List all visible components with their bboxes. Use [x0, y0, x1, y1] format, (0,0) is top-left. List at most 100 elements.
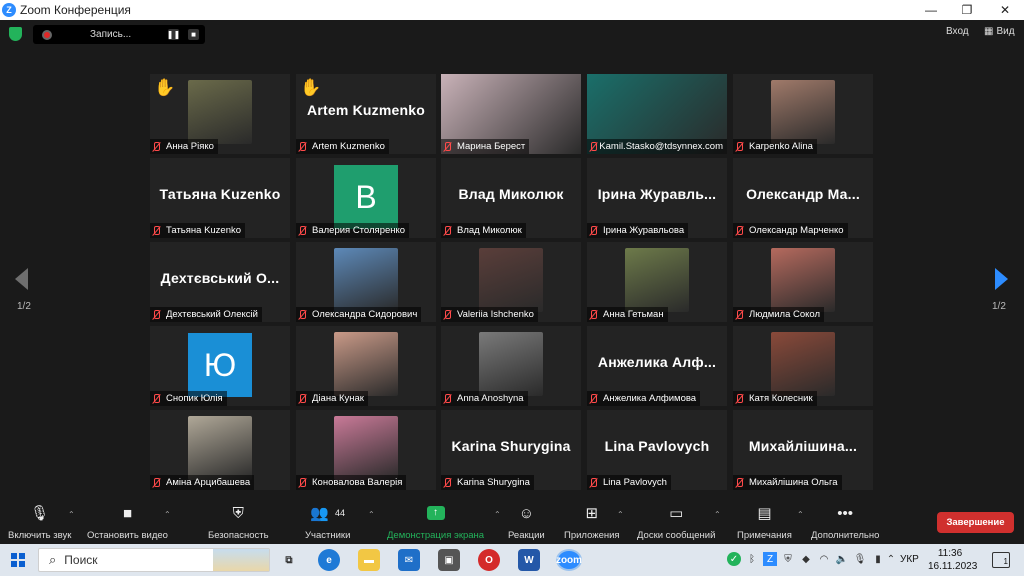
participant-tile[interactable]: Катя Колесник — [733, 326, 873, 406]
tray-app-icon[interactable]: ◆ — [799, 552, 813, 566]
file-explorer-icon[interactable]: ▬ — [358, 549, 380, 571]
previous-page-arrow-icon[interactable] — [15, 268, 28, 290]
store-icon[interactable]: ▣ — [438, 549, 460, 571]
reactions-button[interactable]: ☺ Реакции — [508, 502, 545, 542]
participant-tile[interactable]: Анжелика Алф... Анжелика Алфимова — [587, 326, 727, 406]
restore-button[interactable]: ❐ — [948, 0, 986, 20]
security-shield-icon: ⛨ — [232, 504, 244, 522]
muted-mic-icon — [152, 309, 161, 320]
whiteboards-options-caret[interactable]: ⌃ — [714, 510, 721, 519]
wifi-icon[interactable]: ◠ — [817, 552, 831, 566]
participant-nametag: Влад Миколюк — [441, 223, 526, 238]
next-page-arrow-icon[interactable] — [995, 268, 1008, 290]
volume-icon[interactable]: 🔈 — [835, 552, 849, 566]
share-options-caret[interactable]: ⌃ — [494, 510, 501, 519]
participant-video — [625, 248, 689, 312]
edge-browser-icon[interactable]: e — [318, 549, 340, 571]
more-dots-icon: ••• — [837, 504, 854, 522]
language-indicator[interactable]: УКР — [900, 554, 919, 565]
participant-tile[interactable]: Аміна Арцибашева — [150, 410, 290, 490]
tray-check-icon[interactable]: ✓ — [727, 552, 741, 566]
participant-tile[interactable]: Kamil.Stasko@tdsynnex.com — [587, 74, 727, 154]
microphone-icon[interactable]: 🎙 — [853, 552, 867, 566]
mail-icon[interactable]: ✉ — [398, 549, 420, 571]
opera-browser-icon[interactable]: O — [478, 549, 500, 571]
notes-button[interactable]: ▤ Примечания — [737, 502, 792, 542]
participant-tile[interactable]: Lina Pavlovych Lina Pavlovych — [587, 410, 727, 490]
participant-tile[interactable]: Ю Снопик Юлія — [150, 326, 290, 406]
participant-tile[interactable]: Марина Берест — [441, 74, 581, 154]
participant-tile[interactable]: Людмила Сокол — [733, 242, 873, 322]
security-button[interactable]: ⛨ Безопасность — [208, 502, 269, 542]
battery-icon[interactable]: ▮ — [871, 552, 885, 566]
participant-tile[interactable]: Karina Shurygina Karina Shurygina — [441, 410, 581, 490]
chevron-up-icon[interactable]: ⌃ — [884, 552, 898, 566]
window-title: Zoom Конференция — [20, 3, 131, 17]
zoom-taskbar-icon[interactable]: zoom — [556, 549, 582, 571]
tray-zoom-icon[interactable]: Z — [763, 552, 777, 566]
participant-nametag: Діана Кунак — [296, 391, 368, 406]
taskbar-clock[interactable]: 11:36 16.11.2023 — [928, 547, 977, 573]
notifications-icon[interactable]: 1 — [992, 552, 1010, 568]
participant-tile[interactable]: Олександра Сидорович — [296, 242, 436, 322]
minimize-button[interactable]: — — [912, 0, 950, 20]
task-view-icon[interactable]: ⧉ — [278, 549, 300, 571]
more-button[interactable]: ••• Дополнительно — [811, 502, 879, 542]
participant-name: Олександра Сидорович — [312, 309, 418, 320]
participant-nametag: Дехтєвський Олексій — [150, 307, 262, 322]
participant-tile[interactable]: B Валерия Столяренко — [296, 158, 436, 238]
participant-name: Анна Гетьман — [603, 309, 664, 320]
view-button[interactable]: ▦ Вид — [984, 26, 1015, 37]
encryption-shield-icon[interactable] — [9, 27, 22, 41]
participant-tile[interactable]: Михайлішина... Михайлішина Ольга — [733, 410, 873, 490]
tray-shield-icon[interactable]: ⛨ — [781, 552, 795, 566]
participant-tile[interactable]: Коновалова Валерія — [296, 410, 436, 490]
participant-name: Анжелика Алфимова — [603, 393, 697, 404]
participants-options-caret[interactable]: ⌃ — [368, 510, 375, 519]
participant-tile[interactable]: Дехтєвський О... Дехтєвський Олексій — [150, 242, 290, 322]
participant-nametag: Kamil.Stasko@tdsynnex.com — [587, 139, 727, 154]
video-options-caret[interactable]: ⌃ — [164, 510, 171, 519]
participant-nametag: Аміна Арцибашева — [150, 475, 255, 490]
participant-video — [188, 416, 252, 480]
participant-tile[interactable]: Татьяна Kuzenko Татьяна Kuzenko — [150, 158, 290, 238]
participant-tile[interactable]: Karpenko Alina — [733, 74, 873, 154]
bluetooth-icon[interactable]: ᛒ — [745, 552, 759, 566]
participant-tile[interactable]: Олександр Ма... Олександр Марченко — [733, 158, 873, 238]
stop-recording-button[interactable]: ■ — [188, 29, 199, 40]
muted-mic-icon — [735, 393, 744, 404]
participant-tile[interactable]: Ірина Журавль... Ірина Журавльова — [587, 158, 727, 238]
muted-mic-icon — [152, 477, 161, 488]
word-icon[interactable]: W — [518, 549, 540, 571]
whiteboards-button[interactable]: ▭ Доски сообщений — [637, 502, 715, 542]
participant-name: Михайлішина Ольга — [749, 477, 838, 488]
participants-button[interactable]: 👥 44 Участники — [305, 502, 350, 542]
participant-name: Ірина Журавльова — [603, 225, 685, 236]
participant-tile[interactable]: Valeriia Ishchenko — [441, 242, 581, 322]
apps-button[interactable]: ⊞ Приложения — [564, 502, 620, 542]
stop-video-button[interactable]: ■ Остановить видео — [87, 502, 168, 542]
audio-options-caret[interactable]: ⌃ — [68, 510, 75, 519]
end-meeting-button[interactable]: Завершение — [937, 512, 1014, 533]
close-button[interactable]: ✕ — [986, 0, 1024, 20]
participant-video — [771, 80, 835, 144]
participant-tile[interactable]: Анна Гетьман — [587, 242, 727, 322]
recording-dot-icon — [42, 29, 52, 40]
taskbar-search-box[interactable]: ⌕ Поиск — [38, 548, 270, 572]
windows-start-icon[interactable] — [11, 553, 25, 567]
participant-tile[interactable]: Влад Миколюк Влад Миколюк — [441, 158, 581, 238]
exit-fullscreen-button[interactable]: Вход — [946, 26, 969, 37]
pause-recording-button[interactable]: ❚❚ — [167, 29, 180, 40]
notes-options-caret[interactable]: ⌃ — [797, 510, 804, 519]
participant-name: Влад Миколюк — [457, 225, 522, 236]
share-screen-button[interactable]: ↑ Демонстрация экрана — [387, 502, 484, 542]
participant-tile[interactable]: ✋ Анна Ріяко — [150, 74, 290, 154]
participant-tile[interactable]: Artem Kuzmenko ✋ Artem Kuzmenko — [296, 74, 436, 154]
muted-mic-icon — [589, 225, 598, 236]
windows-taskbar: ⌕ Поиск ⧉ e ▬ ✉ ▣ O W zoom ✓ ᛒ Z ⛨ ◆ ◠ 🔈… — [0, 544, 1024, 576]
participant-tile[interactable]: Діана Кунак — [296, 326, 436, 406]
participant-tile[interactable]: Anna Anoshyna — [441, 326, 581, 406]
unmute-button[interactable]: 🎙 Включить звук — [8, 502, 71, 542]
apps-options-caret[interactable]: ⌃ — [617, 510, 624, 519]
participant-avatar: Ю — [188, 333, 252, 397]
